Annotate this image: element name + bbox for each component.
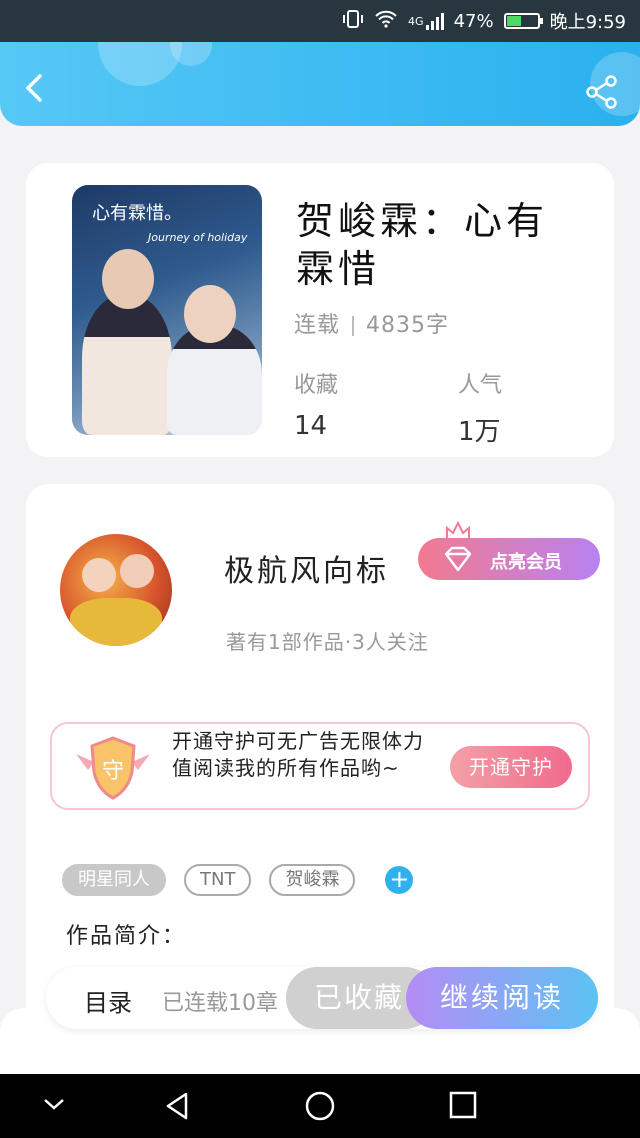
popularity-value: 1万	[458, 417, 501, 447]
guard-shield-icon: 守	[76, 736, 150, 800]
vip-button[interactable]: 点亮会员	[418, 538, 600, 580]
nav-home-icon[interactable]	[304, 1090, 336, 1122]
guard-banner: 守 开通守护可无广告无限体力值阅读我的所有作品哟~ 开通守护	[50, 722, 590, 810]
cover-subtitle: Journey of holiday	[148, 231, 248, 244]
favorites-value: 14	[294, 411, 328, 441]
network-type: 4G	[408, 14, 424, 28]
tag-item[interactable]: TNT	[184, 864, 252, 896]
system-nav-bar	[0, 1074, 640, 1138]
tag-item[interactable]: 明星同人	[62, 864, 166, 896]
battery-percent: 47%	[453, 10, 494, 32]
battery-icon	[503, 13, 543, 29]
book-status: 连载	[294, 313, 341, 338]
action-bar: 目录 已连载10章 已收藏 继续阅读	[46, 967, 598, 1029]
open-guard-button[interactable]: 开通守护	[450, 746, 572, 788]
tag-item[interactable]: 贺峻霖	[269, 864, 356, 896]
favorites-label: 收藏	[294, 373, 339, 398]
add-tag-icon[interactable]: +	[385, 866, 414, 894]
status-bar: 4G 47% 晚上9:59	[0, 0, 640, 42]
book-info-card: 心有霖惜。 Journey of holiday 贺峻霖：心有霖惜 连载 4835…	[26, 163, 614, 457]
intro-label: 作品简介：	[66, 924, 187, 949]
book-cover[interactable]: 心有霖惜。 Journey of holiday	[72, 185, 262, 435]
diamond-icon	[444, 546, 472, 572]
guard-shield-char: 守	[102, 759, 124, 784]
vip-label: 点亮会员	[490, 552, 562, 573]
continue-reading-button[interactable]: 继续阅读	[406, 967, 598, 1029]
author-info: 著有1部作品·3人关注	[226, 630, 429, 654]
top-header	[0, 42, 640, 126]
nav-back-icon[interactable]	[162, 1090, 194, 1122]
toc-button[interactable]: 目录	[84, 983, 132, 1018]
tag-list: 明星同人 TNT 贺峻霖 +	[62, 864, 414, 896]
nav-recents-icon[interactable]	[448, 1090, 478, 1120]
word-count: 4835字	[366, 313, 450, 338]
book-title: 贺峻霖：心有霖惜	[296, 199, 549, 291]
cover-caption: 心有霖惜。	[92, 203, 182, 224]
back-icon[interactable]	[18, 70, 54, 106]
hide-keyboard-icon[interactable]	[40, 1090, 68, 1118]
author-name[interactable]: 极航风向标	[224, 546, 389, 590]
popularity-label: 人气	[458, 373, 503, 398]
author-avatar[interactable]	[60, 534, 172, 646]
clock: 晚上9:59	[549, 12, 626, 33]
guard-text: 开通守护可无广告无限体力值阅读我的所有作品哟~	[172, 729, 424, 780]
signal-icon	[425, 12, 444, 30]
vibrate-icon	[342, 9, 364, 33]
book-meta: 连载 4835字	[294, 307, 449, 339]
wifi-icon	[374, 10, 398, 33]
chapter-progress: 已连载10章	[162, 991, 278, 1016]
share-icon[interactable]	[584, 74, 620, 110]
